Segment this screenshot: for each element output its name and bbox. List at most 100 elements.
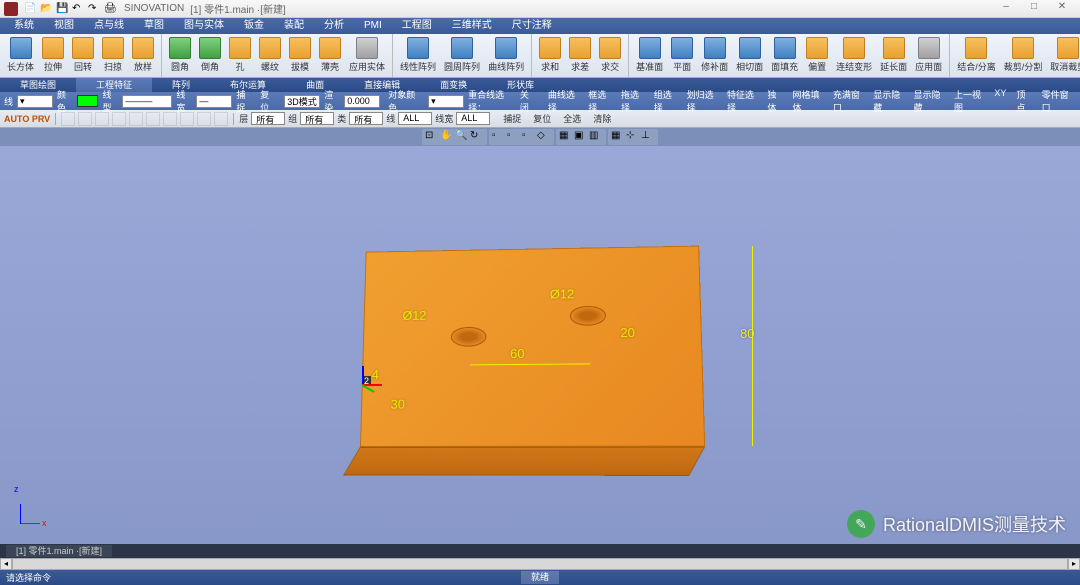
toolrow-btn-1[interactable]: 复位 (529, 112, 555, 125)
view-side-icon[interactable]: ▫ (522, 130, 536, 144)
qat-redo-icon[interactable]: ↷ (88, 3, 100, 15)
ribbon-btn-1-5[interactable]: 薄壳 (315, 36, 345, 75)
propbar-btn-10[interactable]: 显示隐藏 (910, 88, 948, 114)
draw-spline-icon[interactable] (146, 112, 160, 126)
draw-arc-icon[interactable] (78, 112, 92, 126)
part-model[interactable]: Ø12 Ø12 60 30 20 4 (360, 246, 705, 447)
draw-hatch-icon[interactable] (214, 112, 228, 126)
objcolor-label[interactable]: 对象颜色 (384, 88, 424, 114)
toolrow-btn-2[interactable]: 全选 (559, 112, 585, 125)
propbar-btn-2[interactable]: 拖选择 (617, 88, 648, 114)
scroll-right-button[interactable]: ▸ (1068, 558, 1080, 570)
view-zoom-icon[interactable]: 🔍 (455, 130, 469, 144)
menu-1[interactable]: 视图 (44, 18, 84, 34)
ribbon-btn-3-2[interactable]: 求交 (595, 36, 625, 75)
ribbon-btn-2-2[interactable]: 曲线阵列 (484, 36, 528, 75)
ribbon-btn-4-8[interactable]: 应用面 (911, 36, 946, 75)
scroll-left-button[interactable]: ◂ (0, 558, 12, 570)
propbar-btn-9[interactable]: 显示隐藏 (869, 88, 907, 114)
menu-3[interactable]: 草图 (134, 18, 174, 34)
layer-dropdown[interactable]: 所有 (251, 112, 285, 125)
snap-icon[interactable]: ⊹ (626, 130, 640, 144)
ribbon-btn-0-1[interactable]: 拉伸 (38, 36, 68, 75)
view-front-icon[interactable]: ▫ (492, 130, 506, 144)
linewidth-dropdown[interactable]: — (196, 95, 232, 108)
view-iso-icon[interactable]: ◇ (537, 130, 551, 144)
propbar-btn-3[interactable]: 组选择 (650, 88, 681, 114)
grid-icon[interactable]: ▦ (611, 130, 625, 144)
menu-9[interactable]: 工程图 (392, 18, 442, 34)
ribbon-btn-3-1[interactable]: 求差 (565, 36, 595, 75)
ribbon-btn-2-0[interactable]: 线性阵列 (396, 36, 440, 75)
qat-open-icon[interactable]: 📂 (40, 3, 52, 15)
ribbon-btn-0-0[interactable]: 长方体 (3, 36, 38, 75)
view-pan-icon[interactable]: ✋ (440, 130, 454, 144)
color-swatch[interactable] (77, 95, 98, 107)
ribbon-btn-4-0[interactable]: 基准面 (632, 36, 667, 75)
ribbon-btn-0-2[interactable]: 回转 (68, 36, 98, 75)
viewport-3d[interactable]: Ø12 Ø12 60 30 20 4 120 80 2 x z ✎ Ration… (0, 146, 1080, 544)
propbar-btn-1[interactable]: 框选择 (584, 88, 615, 114)
propbar-btn-14[interactable]: 零件窗口 (1038, 88, 1076, 114)
width2-dropdown[interactable]: ALL (456, 112, 490, 125)
close-button[interactable]: ✕ (1048, 1, 1076, 17)
propbar-btn-13[interactable]: 顶点 (1012, 88, 1035, 114)
toolrow-btn-0[interactable]: 捕捉 (499, 112, 525, 125)
shade-solid-icon[interactable]: ▣ (574, 130, 588, 144)
draw-line-icon[interactable] (61, 112, 75, 126)
shade-hidden-icon[interactable]: ▥ (589, 130, 603, 144)
ribbon-btn-1-6[interactable]: 应用实体 (345, 36, 389, 75)
ribbon-btn-5-1[interactable]: 裁剪/分割 (1000, 36, 1047, 75)
ribbon-btn-5-2[interactable]: 取消裁剪 (1046, 36, 1080, 75)
qat-new-icon[interactable]: 📄 (24, 3, 36, 15)
draw-dim-icon[interactable] (197, 112, 211, 126)
render-value[interactable]: 0.000 (344, 95, 380, 108)
propbar-btn-6[interactable]: 独体 (763, 88, 786, 114)
ribbon-btn-4-6[interactable]: 连结变形 (832, 36, 876, 75)
draw-circle-icon[interactable] (95, 112, 109, 126)
propbar-btn-7[interactable]: 网格填体 (789, 88, 827, 114)
ribbon-btn-1-2[interactable]: 孔 (225, 36, 255, 75)
line2-dropdown[interactable]: ALL (398, 112, 432, 125)
ribbon-btn-4-2[interactable]: 修补面 (697, 36, 732, 75)
ribbon-btn-3-0[interactable]: 求和 (535, 36, 565, 75)
qat-print-icon[interactable]: 🖨 (104, 3, 116, 15)
propbar-btn-12[interactable]: XY (990, 88, 1010, 114)
select-reset[interactable]: 复位 (256, 88, 280, 114)
draw-rect-icon[interactable] (112, 112, 126, 126)
ribbon-btn-4-1[interactable]: 平面 (667, 36, 697, 75)
menu-11[interactable]: 尺寸注释 (502, 18, 562, 34)
ribbon-btn-5-0[interactable]: 结合/分离 (953, 36, 1000, 75)
ribbon-btn-4-7[interactable]: 延长面 (876, 36, 911, 75)
qat-save-icon[interactable]: 💾 (56, 3, 68, 15)
menu-7[interactable]: 分析 (314, 18, 354, 34)
propbar-btn-11[interactable]: 上一视图 (950, 88, 988, 114)
document-tab[interactable]: [1] 零件1.main ·[新建] (6, 545, 112, 557)
ribbon-btn-0-3[interactable]: 扫掠 (98, 36, 128, 75)
menu-8[interactable]: PMI (354, 18, 392, 34)
ribbon-btn-2-1[interactable]: 圆周阵列 (440, 36, 484, 75)
ribbon-btn-1-0[interactable]: 圆角 (165, 36, 195, 75)
propbar-btn-4[interactable]: 划归选择 (683, 88, 721, 114)
menu-0[interactable]: 系统 (4, 18, 44, 34)
maximize-button[interactable]: □ (1020, 1, 1048, 17)
menu-10[interactable]: 三维样式 (442, 18, 502, 34)
ribbon-btn-4-5[interactable]: 偏置 (802, 36, 832, 75)
part-front-face[interactable] (343, 447, 705, 476)
view-rotate-icon[interactable]: ↻ (470, 130, 484, 144)
ribbon-btn-1-1[interactable]: 倒角 (195, 36, 225, 75)
ribbon-btn-1-3[interactable]: 螺纹 (255, 36, 285, 75)
ribbon-btn-0-4[interactable]: 放样 (128, 36, 158, 75)
ribbon-btn-4-3[interactable]: 相切面 (732, 36, 767, 75)
ortho-icon[interactable]: ⊥ (641, 130, 655, 144)
menu-2[interactable]: 点与线 (84, 18, 134, 34)
line-dropdown[interactable]: ▾ (17, 95, 53, 108)
minimize-button[interactable]: – (992, 1, 1020, 17)
view-top-icon[interactable]: ▫ (507, 130, 521, 144)
objcolor-dd[interactable]: ▾ (428, 95, 464, 108)
qat-undo-icon[interactable]: ↶ (72, 3, 84, 15)
linetype-dropdown[interactable]: ——— (122, 95, 172, 108)
propbar-btn-0[interactable]: 曲线选择 (544, 88, 582, 114)
propbar-btn-5[interactable]: 特征选择 (723, 88, 761, 114)
toolrow-btn-3[interactable]: 清除 (589, 112, 615, 125)
